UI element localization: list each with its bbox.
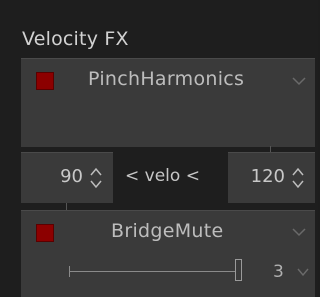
velo-min-spinbox[interactable]: 90: [21, 152, 113, 203]
fx2-enable-toggle[interactable]: [36, 224, 54, 242]
velo-max-value: 120: [250, 166, 285, 187]
velo-min-value: 90: [60, 166, 83, 187]
fx1-name-dropdown[interactable]: PinchHarmonics: [88, 68, 244, 90]
up-down-arrows-icon[interactable]: [89, 165, 103, 191]
fx2-slider-thumb[interactable]: [235, 259, 242, 281]
velo-range-label: < velo <: [125, 166, 200, 186]
fx2-slider-value: 3: [273, 262, 284, 282]
velo-max-spinbox[interactable]: 120: [228, 152, 315, 203]
fx2-slider-track[interactable]: [69, 271, 239, 272]
up-down-arrows-icon[interactable]: [291, 165, 305, 191]
fx2-name-dropdown[interactable]: BridgeMute: [111, 220, 224, 242]
fx1-enable-toggle[interactable]: [36, 72, 54, 90]
fx-slot-2: BridgeMute: [21, 210, 315, 297]
panel-title: Velocity FX: [22, 28, 129, 50]
chevron-down-icon[interactable]: [297, 268, 309, 276]
chevron-down-icon[interactable]: [292, 227, 306, 237]
chevron-down-icon[interactable]: [292, 76, 306, 86]
velocity-fx-panel: Velocity FX PinchHarmonics 90 < velo < 1…: [0, 0, 318, 297]
fx-slot-1: PinchHarmonics: [21, 58, 315, 147]
